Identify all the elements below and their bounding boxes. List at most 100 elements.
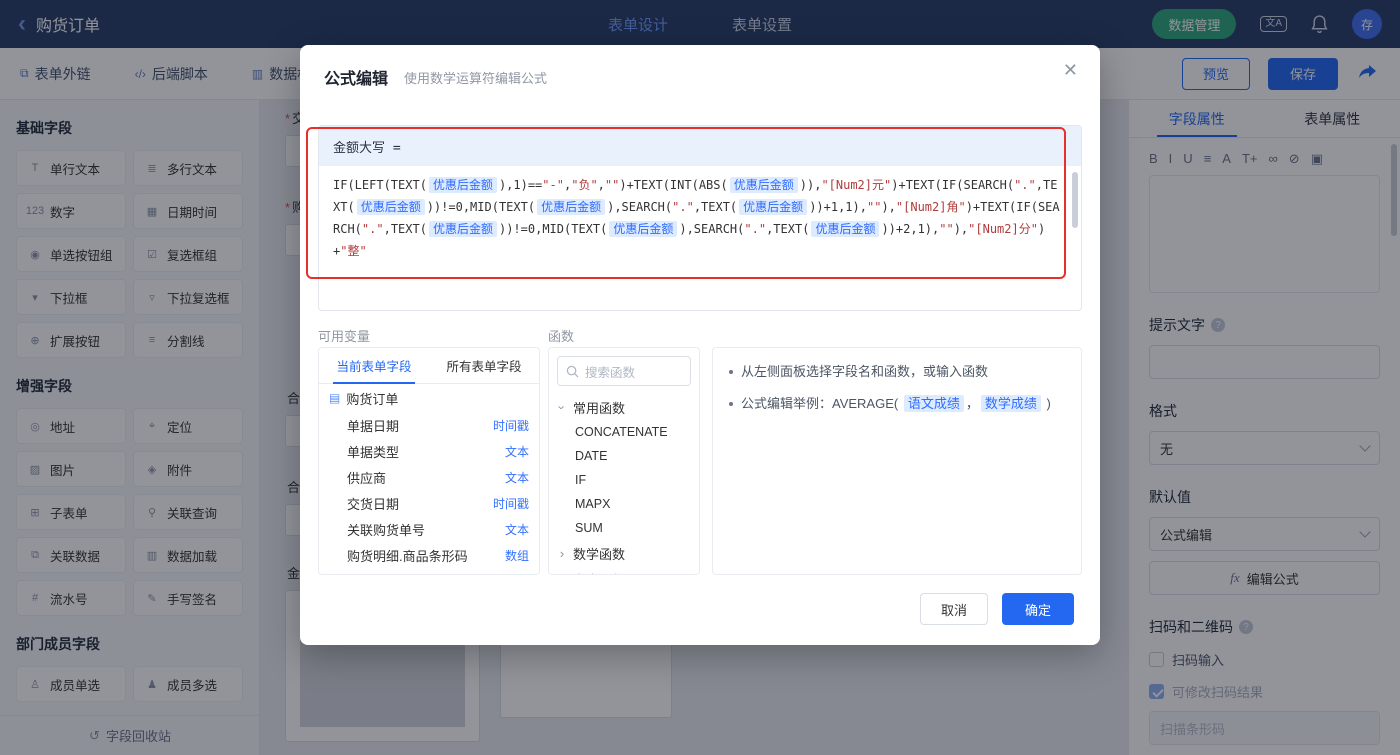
variable-name: 单据日期 <box>347 418 400 434</box>
variable-root[interactable]: ▤ 购货订单 <box>319 384 539 412</box>
formula-help-panel: 从左侧面板选择字段名和函数，或输入函数 公式编辑举例：AVERAGE( 语文成绩… <box>712 347 1082 575</box>
help-line: 从左侧面板选择字段名和函数，或输入函数 <box>729 362 1065 382</box>
variable-item[interactable]: 单据类型 文本 <box>319 438 539 464</box>
code-token: ) <box>1042 396 1051 411</box>
function-group[interactable]: › 数学函数 <box>549 540 699 566</box>
code-token: ))!=0,MID(TEXT( <box>426 200 536 214</box>
field-token[interactable]: 优惠后金额 <box>428 221 497 237</box>
field-token[interactable]: 优惠后金额 <box>739 199 808 215</box>
code-token: ), <box>881 200 896 214</box>
field-token[interactable]: 优惠后金额 <box>537 199 606 215</box>
field-token[interactable]: 优惠后金额 <box>729 177 798 193</box>
variable-item[interactable]: 单据日期 时间戳 <box>319 412 539 438</box>
chevron-icon: › <box>554 404 570 410</box>
variable-type-badge: 文本 <box>504 522 529 537</box>
field-token[interactable]: 优惠后金额 <box>609 221 678 237</box>
functions-section-label: 函数 <box>548 329 575 344</box>
formula-example: 公式编辑举例：AVERAGE( 语文成绩，数学成绩 ) <box>741 394 1051 414</box>
field-token[interactable]: 语文成绩 <box>903 395 964 412</box>
modal-title: 公式编辑 <box>324 71 389 88</box>
confirm-button[interactable]: 确定 <box>1002 593 1074 625</box>
string-token: "[Num2]角" <box>895 200 966 214</box>
code-token: ,TEXT( <box>693 200 738 214</box>
string-token: "-" <box>542 178 564 192</box>
field-token[interactable]: 数学成绩 <box>980 395 1041 412</box>
variable-type-badge: 数组 <box>504 548 529 563</box>
code-token: ， <box>965 396 979 411</box>
function-group[interactable]: › 文本函数 <box>549 566 699 575</box>
variable-tree: 单据日期 时间戳 单据类型 文本 供应商 文本 交货日期 时间戳 关联购货单号 文本 购货明细.商品… <box>319 412 539 568</box>
function-item[interactable]: CONCATENATE <box>549 420 699 444</box>
code-token: ,TEXT( <box>766 222 810 236</box>
search-icon <box>566 365 579 378</box>
variable-type-badge: 时间戳 <box>492 496 529 511</box>
tab-current-form-fields[interactable]: 当前表单字段 <box>319 348 429 384</box>
code-token: 公式编辑举例：AVERAGE( <box>741 396 902 411</box>
code-token: ),SEARCH( <box>607 200 673 214</box>
variables-tabs: 当前表单字段 所有表单字段 <box>319 348 539 384</box>
variable-item[interactable]: 购货明细.商品条形码 数组 <box>319 542 539 568</box>
function-item[interactable]: SUM <box>549 516 699 540</box>
bullet-icon <box>729 370 733 374</box>
code-token: , <box>597 178 605 192</box>
variables-section-label: 可用变量 <box>318 329 371 344</box>
code-token: ), <box>953 222 969 236</box>
chevron-icon: › <box>559 545 565 561</box>
code-token: )+TEXT(IF(SEARCH( <box>891 178 1015 192</box>
code-token: ))+2,1), <box>881 222 940 236</box>
string-token: "." <box>672 200 694 214</box>
help-line: 公式编辑举例：AVERAGE( 语文成绩，数学成绩 ) <box>729 394 1065 414</box>
variable-name: 供应商 <box>347 470 387 486</box>
string-token: "负" <box>571 178 598 192</box>
form-doc-icon: ▤ <box>329 391 341 405</box>
function-item[interactable]: DATE <box>549 444 699 468</box>
variable-type-badge: 时间戳 <box>492 418 529 433</box>
help-text: 从左侧面板选择字段名和函数，或输入函数 <box>741 364 989 379</box>
cancel-button[interactable]: 取消 <box>920 593 988 625</box>
variable-type-badge: 文本 <box>504 470 529 485</box>
formula-target-label: 金额大写 = <box>319 126 1081 166</box>
function-item[interactable]: MAPX <box>549 492 699 516</box>
string-token: "." <box>361 222 384 236</box>
variable-item[interactable]: 交货日期 时间戳 <box>319 490 539 516</box>
variables-panel: 当前表单字段 所有表单字段 ▤ 购货订单 单据日期 时间戳 单据类型 文本 供应商 文本交… <box>318 347 540 575</box>
string-token: "" <box>939 222 954 236</box>
code-token: IF(LEFT(TEXT( <box>333 178 427 192</box>
field-token[interactable]: 优惠后金额 <box>811 221 880 237</box>
string-token: "[Num2]分" <box>968 222 1038 236</box>
code-token: ),1)== <box>498 178 543 192</box>
variable-name: 单据类型 <box>347 444 400 460</box>
function-group-name: 常用函数 <box>573 400 626 416</box>
tab-all-form-fields[interactable]: 所有表单字段 <box>429 348 539 383</box>
variable-item[interactable]: 关联购货单号 文本 <box>319 516 539 542</box>
string-token: "." <box>1014 178 1036 192</box>
variable-name: 购货明细.商品条形码 <box>347 548 468 564</box>
function-group[interactable]: › 常用函数 <box>549 394 699 420</box>
formula-code[interactable]: IF(LEFT(TEXT(优惠后金额),1)=="-","负","")+TEXT… <box>319 166 1081 262</box>
string-token: "" <box>604 178 620 192</box>
code-token: )+TEXT(INT(ABS( <box>619 178 728 192</box>
function-group-name: 文本函数 <box>573 570 625 575</box>
field-token[interactable]: 优惠后金额 <box>356 199 425 215</box>
formula-editor[interactable]: 金额大写 = IF(LEFT(TEXT(优惠后金额),1)=="-","负","… <box>318 125 1082 311</box>
code-token: ,TEXT( <box>383 222 427 236</box>
variable-item[interactable]: 供应商 文本 <box>319 464 539 490</box>
variable-name: 交货日期 <box>347 496 400 512</box>
close-icon[interactable]: ✕ <box>1063 61 1078 79</box>
field-token[interactable]: 优惠后金额 <box>428 177 497 193</box>
modal-subtitle: 使用数学运算符编辑公式 <box>404 71 548 86</box>
functions-panel: 搜索函数 ›常用函数CONCATENATEDATEIFMAPXSUM›数学函数›… <box>548 347 700 575</box>
code-token: )), <box>799 178 822 192</box>
editor-scrollbar[interactable] <box>1072 172 1078 228</box>
string-token: "" <box>866 200 882 214</box>
code-token: ))+1,1), <box>809 200 867 214</box>
variable-name: 关联购货单号 <box>347 522 426 538</box>
string-token: "整" <box>340 244 367 258</box>
function-search-input[interactable]: 搜索函数 <box>557 356 691 386</box>
variable-type-badge: 文本 <box>504 444 529 459</box>
function-search-placeholder: 搜索函数 <box>585 365 636 380</box>
chevron-icon: › <box>557 572 567 575</box>
function-item[interactable]: IF <box>549 468 699 492</box>
formula-edit-modal: 公式编辑 使用数学运算符编辑公式 ✕ 金额大写 = IF(LEFT(TEXT(优… <box>300 45 1100 645</box>
variable-root-label: 购货订单 <box>346 391 399 407</box>
